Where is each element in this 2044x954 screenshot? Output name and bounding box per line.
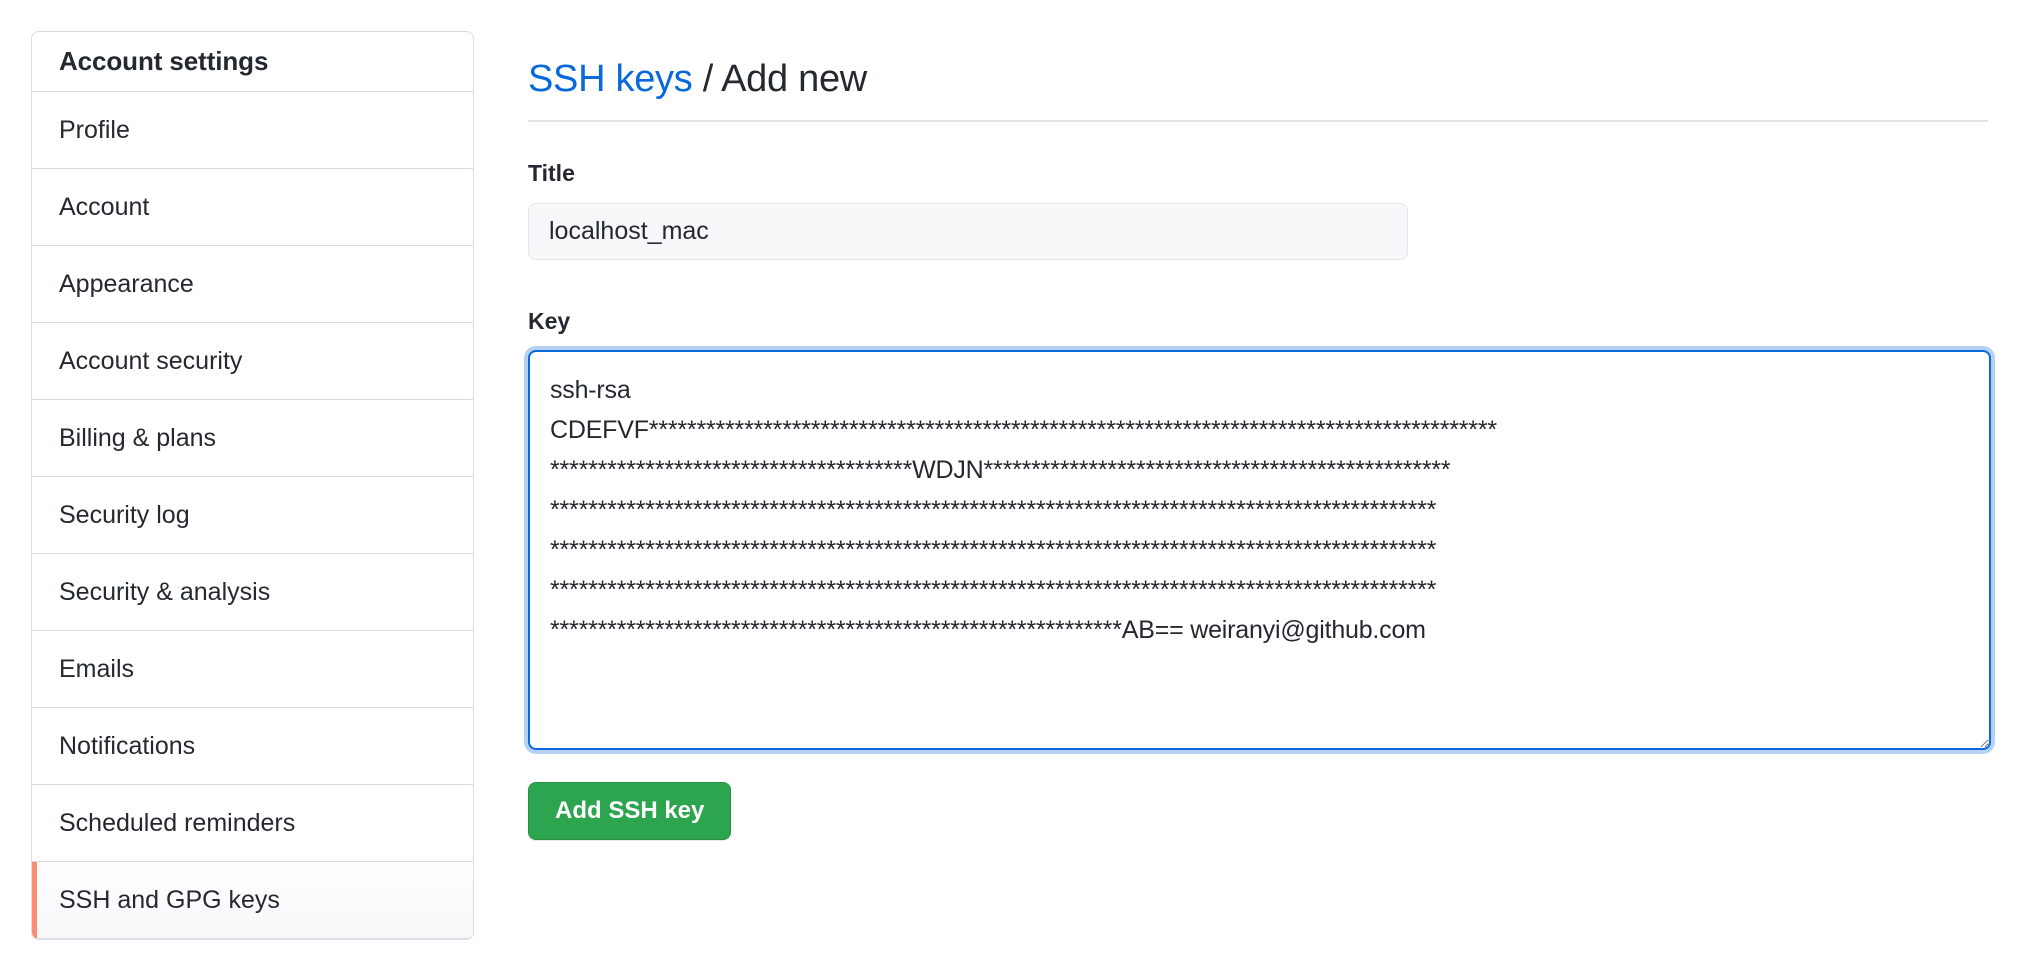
title-field-label: Title xyxy=(528,160,575,186)
account-settings-sidebar: Account settings Profile Account Appeara… xyxy=(31,31,474,940)
sidebar-item-emails[interactable]: Emails xyxy=(32,631,473,708)
sidebar-item-label: Billing & plans xyxy=(59,423,217,452)
sidebar-item-billing-and-plans[interactable]: Billing & plans xyxy=(32,400,473,477)
sidebar-item-label: Account xyxy=(59,192,150,221)
sidebar-item-scheduled-reminders[interactable]: Scheduled reminders xyxy=(32,785,473,862)
sidebar-item-label: Account security xyxy=(59,346,243,375)
sidebar-item-ssh-and-gpg-keys[interactable]: SSH and GPG keys xyxy=(32,862,473,939)
sidebar-item-profile[interactable]: Profile xyxy=(32,92,473,169)
key-textarea[interactable]: ssh-rsa CDEFVF**************************… xyxy=(528,350,1991,750)
sidebar-item-security-and-analysis[interactable]: Security & analysis xyxy=(32,554,473,631)
breadcrumb: SSH keys / Add new xyxy=(528,57,867,103)
key-field-label: Key xyxy=(528,308,571,334)
header-divider xyxy=(528,120,1988,122)
sidebar-item-security-log[interactable]: Security log xyxy=(32,477,473,554)
sidebar-heading: Account settings xyxy=(32,32,473,92)
sidebar-item-label: Security log xyxy=(59,500,190,529)
ssh-key-add-page: Account settings Profile Account Appeara… xyxy=(0,0,2044,954)
breadcrumb-current: Add new xyxy=(721,58,867,101)
sidebar-item-label: SSH and GPG keys xyxy=(59,885,280,914)
sidebar-item-label: Appearance xyxy=(59,269,194,298)
breadcrumb-separator: / xyxy=(702,58,714,101)
sidebar-item-label: Notifications xyxy=(59,731,196,760)
sidebar-item-appearance[interactable]: Appearance xyxy=(32,246,473,323)
sidebar-item-label: Scheduled reminders xyxy=(59,808,296,837)
title-input[interactable] xyxy=(528,203,1408,260)
breadcrumb-link-ssh-keys[interactable]: SSH keys xyxy=(528,58,693,100)
main-content: SSH keys / Add new Title Key ssh-rsa CDE… xyxy=(528,0,2044,954)
key-textarea-wrapper: ssh-rsa CDEFVF**************************… xyxy=(528,350,1991,750)
sidebar-item-label: Emails xyxy=(59,654,135,683)
sidebar-item-account-security[interactable]: Account security xyxy=(32,323,473,400)
sidebar-item-account[interactable]: Account xyxy=(32,169,473,246)
sidebar-item-label: Profile xyxy=(59,115,130,144)
add-ssh-key-button[interactable]: Add SSH key xyxy=(528,782,732,840)
sidebar-item-notifications[interactable]: Notifications xyxy=(32,708,473,785)
sidebar-item-label: Security & analysis xyxy=(59,577,271,606)
